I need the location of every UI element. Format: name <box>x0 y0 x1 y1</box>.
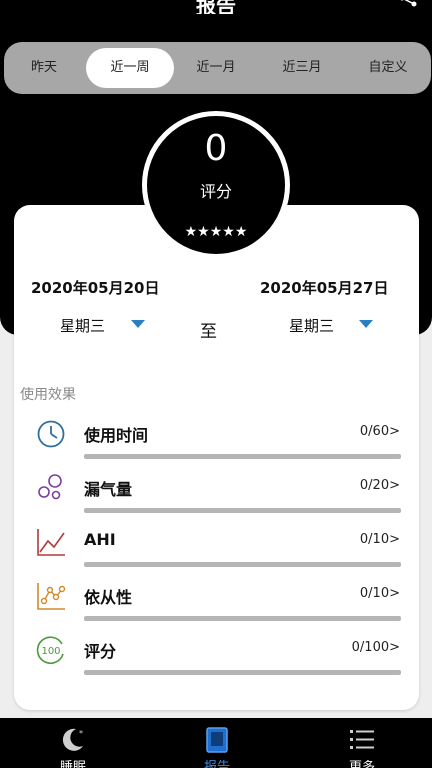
svg-text:100: 100 <box>41 646 60 657</box>
moon-icon: * <box>62 728 83 751</box>
metric-name: 评分 <box>84 642 117 661</box>
svg-text:*: * <box>79 729 83 738</box>
metric-leakage[interactable]: 漏气量 0/20> <box>14 471 419 525</box>
nav-label: 报告 <box>203 760 230 768</box>
start-weekday-select[interactable]: 星期三 <box>60 315 105 336</box>
tab-custom[interactable]: 自定义 <box>356 48 420 88</box>
progress-bar <box>84 562 401 567</box>
nav-report[interactable]: 报告 <box>177 718 257 768</box>
end-weekday-select[interactable]: 星期三 <box>289 315 334 336</box>
progress-bar <box>84 670 401 675</box>
metric-name: AHI <box>84 530 116 549</box>
metric-name: 漏气量 <box>84 480 133 499</box>
metric-name: 使用时间 <box>84 426 149 445</box>
metric-value: 0/100> <box>351 640 400 655</box>
score-label: 评分 <box>199 182 232 201</box>
report-card: 2020年05月20日 2020年05月27日 星期三 至 星期三 使用效果 使… <box>14 205 419 710</box>
metric-value: 0/10> <box>359 586 400 601</box>
metric-compliance[interactable]: 依从性 0/10> <box>14 579 419 633</box>
tab-last-week[interactable]: 近一周 <box>86 48 174 88</box>
nav-sleep[interactable]: * 睡眠 <box>33 718 113 768</box>
clock-icon <box>37 420 65 448</box>
progress-bar <box>84 508 401 513</box>
report-icon <box>206 727 228 753</box>
page-title: 报告 <box>196 0 236 14</box>
progress-bar <box>84 616 401 621</box>
metric-usage-time[interactable]: 使用时间 0/60> <box>14 417 419 471</box>
bubbles-icon <box>38 474 62 500</box>
metric-score[interactable]: 100 评分 0/100> <box>14 633 419 687</box>
score-value: 0 <box>204 128 228 169</box>
tab-last-three-months[interactable]: 近三月 <box>270 48 334 88</box>
nav-more[interactable]: 更多 <box>322 718 402 768</box>
metric-value: 0/20> <box>359 478 400 493</box>
metric-value: 0/60> <box>359 424 400 439</box>
metric-ahi[interactable]: AHI 0/10> <box>14 525 419 579</box>
line-chart-icon <box>37 529 65 556</box>
score-circle: 0 评分 ★★★★★ <box>142 111 290 259</box>
end-date: 2020年05月27日 <box>260 279 389 297</box>
period-selector: 昨天 近一周 近一月 近三月 自定义 <box>4 42 431 94</box>
tab-yesterday[interactable]: 昨天 <box>18 48 70 88</box>
chevron-down-icon[interactable] <box>359 320 373 328</box>
progress-bar <box>84 454 401 459</box>
scatter-chart-icon <box>37 583 66 610</box>
bottom-nav: * 睡眠 报告 更多 <box>0 718 432 768</box>
list-icon <box>350 730 374 749</box>
metric-value: 0/10> <box>359 532 400 547</box>
range-separator: 至 <box>200 322 217 342</box>
start-date: 2020年05月20日 <box>31 279 160 297</box>
nav-label: 睡眠 <box>59 760 86 768</box>
tab-last-month[interactable]: 近一月 <box>184 48 248 88</box>
star-rating: ★★★★★ <box>184 224 248 240</box>
chevron-down-icon[interactable] <box>131 320 145 328</box>
share-icon[interactable] <box>396 0 420 10</box>
score-100-icon: 100 <box>36 636 64 664</box>
nav-label: 更多 <box>348 760 375 768</box>
metric-name: 依从性 <box>84 588 133 607</box>
section-title: 使用效果 <box>20 387 76 403</box>
